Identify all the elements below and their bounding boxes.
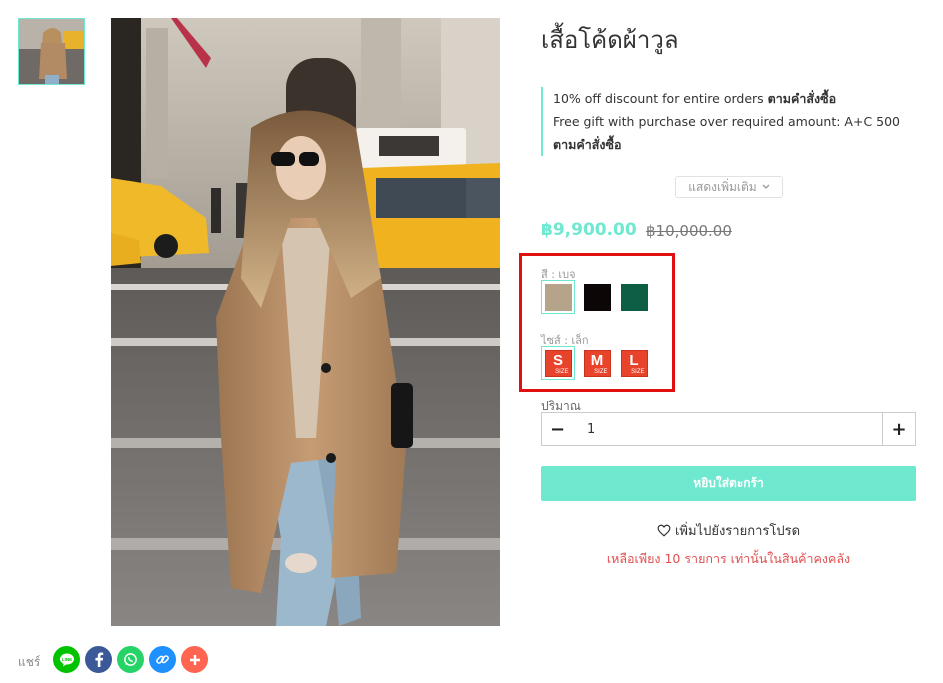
size-letter: L [629, 351, 639, 369]
size-swatch-m[interactable]: M SIZE [580, 346, 614, 380]
add-to-wishlist-link[interactable]: เพิ่มไปยังรายการโปรด [541, 520, 916, 541]
promotion-condition-link[interactable]: ตามคำสั่งซื้อ [768, 91, 836, 106]
share-whatsapp-button[interactable] [117, 646, 144, 673]
thumbnail-image [19, 19, 84, 84]
line-icon: LINE [59, 653, 74, 666]
product-thumbnail[interactable] [18, 18, 85, 85]
quantity-stepper: − + [541, 412, 916, 446]
size-swatch-image: S SIZE [544, 349, 572, 377]
color-swatch-black[interactable] [580, 280, 614, 314]
wishlist-label: เพิ่มไปยังรายการโปรด [674, 524, 801, 539]
heart-icon [657, 524, 671, 537]
share-more-button[interactable] [181, 646, 208, 673]
size-tag: SIZE [555, 368, 569, 375]
share-label: แชร์ [18, 655, 41, 669]
chevron-down-icon [762, 184, 770, 189]
original-price: ฿10,000.00 [646, 222, 732, 240]
product-main-image[interactable] [111, 18, 500, 626]
facebook-icon [94, 652, 103, 667]
promotion-condition-link[interactable]: ตามคำสั่งซื้อ [553, 137, 621, 152]
size-tag: SIZE [594, 368, 608, 375]
add-to-cart-button[interactable]: หยิบใส่ตะกร้า [541, 466, 916, 501]
color-swatch-green[interactable] [617, 280, 651, 314]
color-swatch-fill [620, 283, 648, 311]
minus-icon: − [549, 418, 566, 440]
size-letter: M [590, 351, 604, 369]
share-facebook-button[interactable] [85, 646, 112, 673]
sale-price: ฿9,900.00 [541, 220, 637, 240]
share-copy-link-button[interactable] [149, 646, 176, 673]
whatsapp-icon [124, 653, 137, 666]
svg-text:LINE: LINE [61, 657, 71, 662]
size-swatch-s[interactable]: S SIZE [541, 346, 575, 380]
color-swatch-fill [544, 283, 572, 311]
size-letter: S [552, 351, 563, 369]
size-swatch-image: L SIZE [620, 349, 648, 377]
show-more-label: แสดงเพิ่มเติม [688, 179, 757, 194]
promotion-text: Free gift with purchase over required am… [553, 114, 901, 129]
size-swatch-image: M SIZE [583, 349, 611, 377]
promotion-text: 10% off discount for entire orders [553, 91, 768, 106]
plus-icon: + [891, 418, 907, 440]
stock-notice: เหลือเพียง 10 รายการ เท่านั้นในสินค้าคงค… [606, 551, 851, 566]
promotion-item: Free gift with purchase over required am… [553, 110, 911, 156]
color-swatch-beige[interactable] [541, 280, 575, 314]
promotion-list: 10% off discount for entire orders ตามคำ… [541, 87, 911, 156]
quantity-decrease-button[interactable]: − [541, 412, 573, 446]
link-icon [156, 655, 169, 664]
plus-icon [189, 654, 200, 665]
promotion-item: 10% off discount for entire orders ตามคำ… [553, 87, 911, 110]
size-tag: SIZE [631, 368, 645, 375]
show-more-button[interactable]: แสดงเพิ่มเติม [675, 176, 783, 198]
product-photo [111, 18, 500, 626]
product-title: เสื้อโค้ดผ้าวูล [541, 26, 679, 54]
size-swatch-l[interactable]: L SIZE [617, 346, 651, 380]
quantity-increase-button[interactable]: + [882, 412, 916, 446]
share-line-button[interactable]: LINE [53, 646, 80, 673]
quantity-input[interactable] [573, 412, 883, 446]
color-swatch-fill [583, 283, 611, 311]
